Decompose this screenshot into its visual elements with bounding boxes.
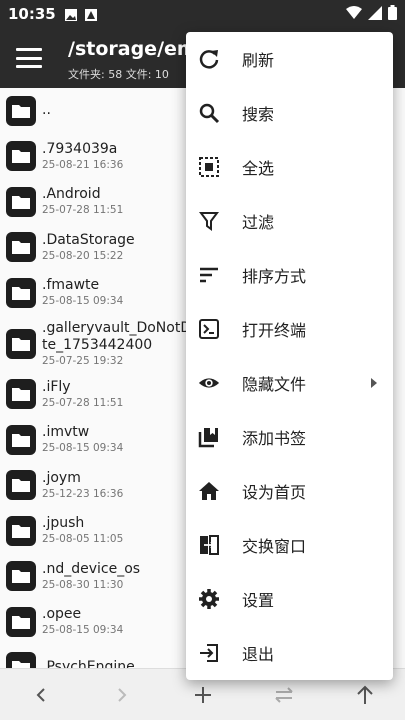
menu-item-search[interactable]: 搜索	[186, 86, 393, 140]
swap-window-icon	[198, 534, 220, 556]
plus-icon	[194, 686, 211, 703]
battery-icon	[388, 4, 397, 24]
folder-icon	[6, 470, 36, 501]
arrow-up-icon	[356, 685, 373, 704]
folder-icon	[6, 277, 36, 308]
file-name: .DataStorage	[42, 231, 135, 248]
swap-arrows-icon	[274, 686, 293, 703]
overflow-menu: 刷新 搜索 全选 过滤 排序方式 打开终端 隐藏文件 添加书签 设为首页 交换窗…	[186, 32, 393, 680]
file-name: .imvtw	[42, 424, 90, 441]
folder-icon	[6, 515, 36, 546]
menu-item-hidden-files[interactable]: 隐藏文件	[186, 356, 393, 410]
status-bar: 10:35	[0, 0, 405, 28]
file-name: .PsychEngine	[42, 658, 135, 668]
file-date: 25-08-21 16:36	[42, 158, 124, 171]
menu-item-add-bookmark[interactable]: 添加书签	[186, 410, 393, 464]
add-button[interactable]	[183, 675, 223, 715]
file-date: 25-07-25 19:32	[42, 354, 124, 367]
chevron-left-icon	[36, 687, 45, 702]
folder-icon	[6, 652, 36, 668]
gear-icon	[198, 588, 220, 610]
file-name: .opee	[42, 606, 82, 623]
menu-item-sort[interactable]: 排序方式	[186, 248, 393, 302]
folder-file-counts: 文件夹: 58 文件: 10	[68, 68, 169, 81]
file-name: ..	[42, 102, 51, 119]
file-name: .7934039a	[42, 140, 118, 157]
folder-icon	[6, 561, 36, 592]
file-date: 25-08-30 11:30	[42, 578, 124, 591]
app-notification-icon	[84, 7, 98, 21]
file-name: .joym	[42, 469, 81, 486]
file-date: 25-12-23 16:36	[42, 487, 124, 500]
folder-icon	[6, 95, 36, 126]
submenu-arrow-icon	[371, 378, 377, 388]
folder-icon	[6, 186, 36, 217]
swap-panes-button[interactable]	[264, 675, 304, 715]
select-all-icon	[198, 156, 220, 178]
folder-icon	[6, 424, 36, 455]
status-time: 10:35	[8, 5, 56, 23]
home-icon	[198, 480, 220, 502]
file-date: 25-08-05 11:05	[42, 533, 124, 546]
up-button[interactable]	[345, 675, 385, 715]
folder-icon	[6, 328, 36, 359]
wifi-icon	[346, 5, 362, 24]
signal-icon	[368, 5, 382, 24]
folder-icon	[6, 141, 36, 172]
file-date: 25-08-15 09:34	[42, 624, 124, 637]
back-button[interactable]	[21, 675, 61, 715]
file-name: .iFly	[42, 378, 71, 395]
file-date: 25-07-28 11:51	[42, 396, 124, 409]
terminal-icon	[198, 318, 220, 340]
exit-icon	[198, 642, 220, 664]
file-date: 25-07-28 11:51	[42, 204, 124, 217]
file-date: 25-08-20 15:22	[42, 249, 124, 262]
file-date: 25-08-15 09:34	[42, 295, 124, 308]
menu-item-refresh[interactable]: 刷新	[186, 32, 393, 86]
menu-item-settings[interactable]: 设置	[186, 572, 393, 626]
menu-item-set-home[interactable]: 设为首页	[186, 464, 393, 518]
menu-item-exit[interactable]: 退出	[186, 626, 393, 680]
filter-icon	[198, 210, 220, 232]
menu-item-swap-window[interactable]: 交换窗口	[186, 518, 393, 572]
file-name: .jpush	[42, 515, 85, 532]
refresh-icon	[198, 48, 220, 70]
hamburger-menu-icon[interactable]	[14, 44, 44, 72]
bookmark-icon	[198, 426, 220, 448]
file-name: .Android	[42, 186, 101, 203]
menu-item-select-all[interactable]: 全选	[186, 140, 393, 194]
folder-icon	[6, 606, 36, 637]
file-name: .nd_device_os	[42, 560, 141, 577]
menu-item-terminal[interactable]: 打开终端	[186, 302, 393, 356]
menu-item-filter[interactable]: 过滤	[186, 194, 393, 248]
chevron-right-icon	[117, 687, 126, 702]
file-name: .fmawte	[42, 277, 100, 294]
file-date: 25-08-15 09:34	[42, 442, 124, 455]
eye-icon	[198, 372, 220, 394]
gallery-notification-icon	[64, 7, 78, 21]
file-name-continued: te_1753442400	[42, 336, 153, 353]
file-name: .galleryvault_DoNotDe	[42, 319, 200, 336]
sort-icon	[198, 264, 220, 286]
search-icon	[198, 102, 220, 124]
folder-icon	[6, 379, 36, 410]
folder-icon	[6, 232, 36, 263]
forward-button[interactable]	[102, 675, 142, 715]
